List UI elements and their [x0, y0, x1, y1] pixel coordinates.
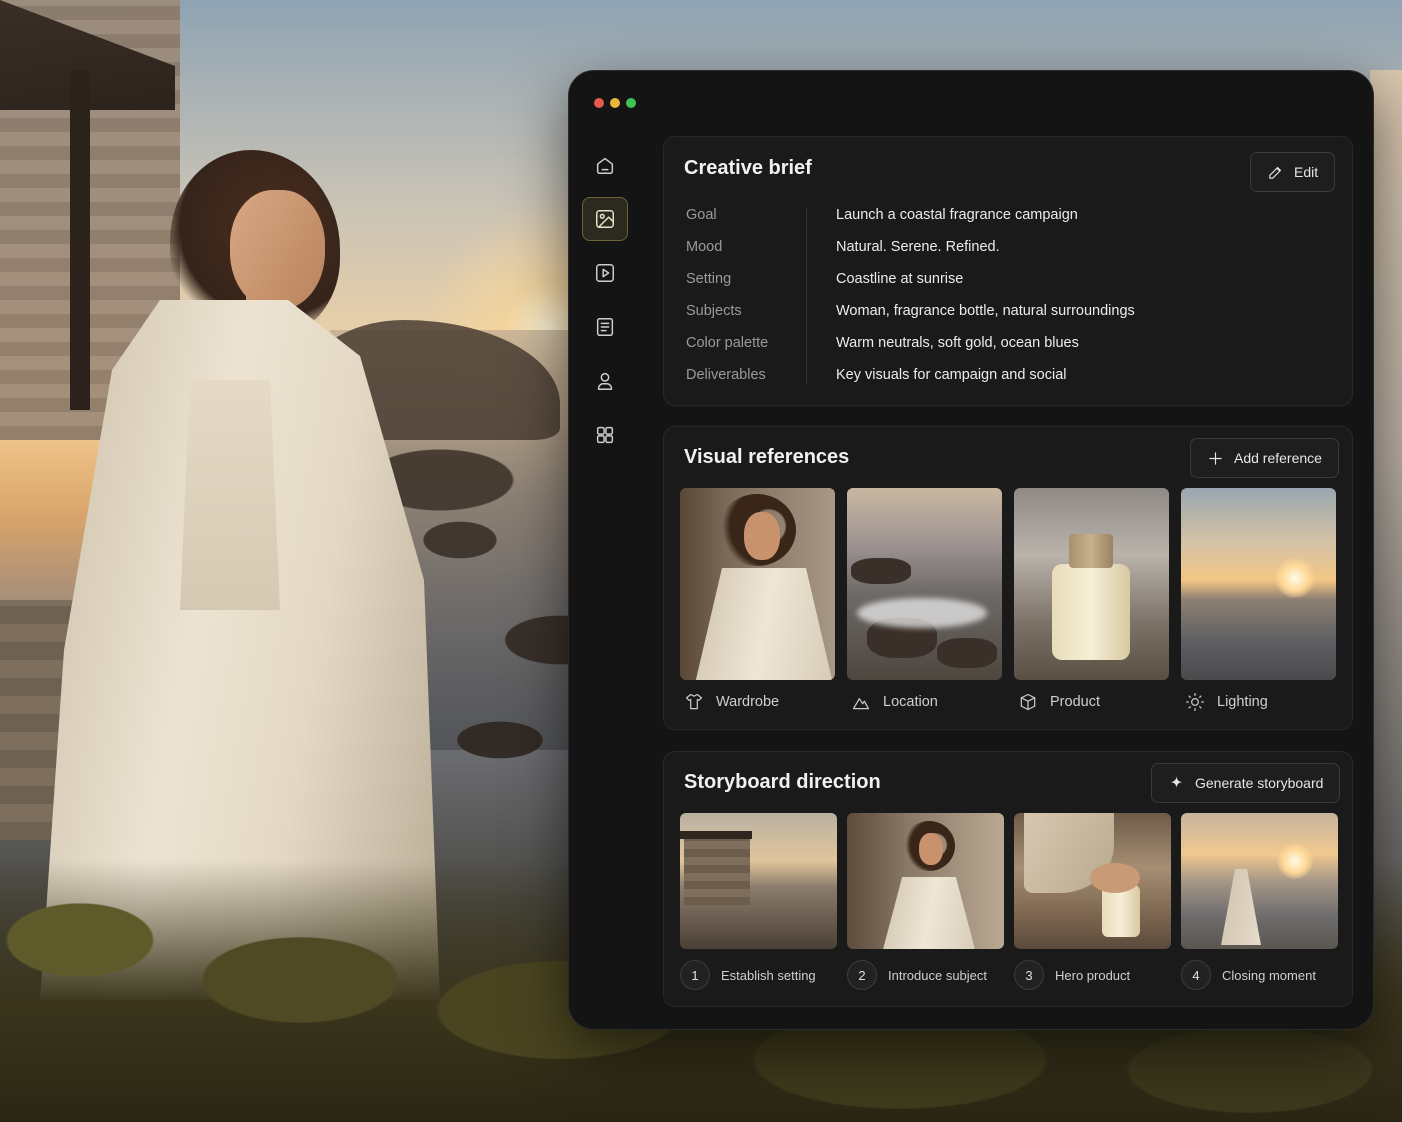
storyboard-caption: 3 Hero product [1014, 960, 1171, 990]
storyboard-panel: Storyboard direction Generate storyboard… [663, 751, 1353, 1007]
grid-icon [596, 426, 614, 444]
maximize-window-button[interactable] [626, 98, 636, 108]
storyboard-title: Storyboard direction [684, 771, 881, 793]
plus-icon [1209, 451, 1222, 465]
shirt-icon [685, 693, 703, 710]
brief-labels: Goal Mood Setting Subjects Color palette… [686, 205, 806, 397]
sidebar [582, 143, 630, 467]
minimize-window-button[interactable] [610, 98, 620, 108]
brief-label-setting: Setting [686, 271, 732, 287]
storyboard-label: Introduce subject [888, 967, 988, 983]
reference-card-product[interactable]: Product [1014, 488, 1169, 712]
storyboard-frame-3[interactable]: 3 Hero product [1014, 813, 1171, 990]
sidebar-item-grid[interactable] [582, 413, 628, 457]
brief-value-mood: Natural. Serene. Refined. [836, 239, 1000, 255]
image-icon [596, 210, 614, 228]
visual-references-title: Visual references [684, 446, 850, 468]
add-reference-button[interactable]: Add reference [1190, 438, 1339, 478]
step-number: 1 [680, 960, 710, 990]
storyboard-frame-2[interactable]: 2 Introduce subject [847, 813, 1004, 990]
pencil-icon [1269, 166, 1282, 179]
edit-button[interactable]: Edit [1250, 152, 1336, 192]
storyboard-label: Establish setting [721, 967, 816, 983]
reference-label-location: Location [883, 694, 938, 710]
brief-value-goal: Launch a coastal fragrance campaign [836, 207, 1078, 223]
step-number: 2 [847, 960, 877, 990]
reference-image-product[interactable] [1014, 488, 1169, 680]
sparkle-icon [1170, 775, 1183, 788]
reference-card-wardrobe[interactable]: Wardrobe [680, 488, 835, 712]
reference-image-lighting[interactable] [1181, 488, 1336, 680]
storyboard-image-1[interactable] [680, 813, 837, 949]
visual-references-panel: Visual references Add reference Wardrobe [663, 426, 1353, 730]
sidebar-item-video[interactable] [582, 251, 628, 295]
brief-value-setting: Coastline at sunrise [836, 271, 964, 287]
add-reference-label: Add reference [1234, 450, 1322, 466]
brief-label-subjects: Subjects [686, 303, 742, 319]
reference-caption: Lighting [1181, 692, 1336, 712]
sun-icon [1186, 693, 1204, 711]
step-number: 4 [1181, 960, 1211, 990]
video-icon [596, 264, 614, 282]
storyboard-caption: 1 Establish setting [680, 960, 837, 990]
storyboard-label: Closing moment [1222, 967, 1316, 983]
brief-label-deliverables: Deliverables [686, 367, 766, 383]
storyboard-caption: 4 Closing moment [1181, 960, 1338, 990]
creative-brief-title: Creative brief [684, 157, 812, 179]
reference-card-location[interactable]: Location [847, 488, 1002, 712]
storyboard-label: Hero product [1055, 967, 1131, 983]
storyboard-image-2[interactable] [847, 813, 1004, 949]
box-icon [1020, 693, 1036, 711]
storyboard-frame-1[interactable]: 1 Establish setting [680, 813, 837, 990]
close-window-button[interactable] [594, 98, 604, 108]
sidebar-item-images[interactable] [582, 197, 628, 241]
reference-label-wardrobe: Wardrobe [716, 694, 780, 710]
reference-card-lighting[interactable]: Lighting [1181, 488, 1336, 712]
window-controls [594, 98, 636, 108]
reference-image-wardrobe[interactable] [680, 488, 835, 680]
creative-brief-panel: Creative brief Edit Goal Mood Setting Su… [663, 136, 1353, 406]
generate-storyboard-button[interactable]: Generate storyboard [1151, 763, 1341, 803]
document-icon [596, 318, 614, 336]
edit-button-label: Edit [1294, 164, 1319, 180]
reference-image-location[interactable] [847, 488, 1002, 680]
reference-caption: Wardrobe [680, 692, 835, 712]
sidebar-item-home[interactable] [582, 143, 628, 187]
app-window: Creative brief Edit Goal Mood Setting Su… [568, 70, 1374, 1030]
reference-grid: Wardrobe Location Product Lighting [680, 488, 1336, 712]
storyboard-frame-4[interactable]: 4 Closing moment [1181, 813, 1338, 990]
user-icon [597, 372, 613, 390]
brief-divider [806, 207, 807, 385]
brief-label-mood: Mood [686, 239, 723, 255]
brief-value-color-palette: Warm neutrals, soft gold, ocean blues [836, 335, 1079, 351]
brief-value-subjects: Woman, fragrance bottle, natural surroun… [836, 303, 1135, 319]
mountain-icon [852, 698, 870, 710]
storyboard-image-4[interactable] [1181, 813, 1338, 949]
reference-label-lighting: Lighting [1217, 694, 1268, 710]
generate-storyboard-label: Generate storyboard [1195, 775, 1324, 791]
reference-caption: Location [847, 692, 1002, 712]
brief-label-color-palette: Color palette [686, 335, 769, 351]
storyboard-caption: 2 Introduce subject [847, 960, 1004, 990]
woman-top [180, 380, 280, 610]
brief-value-deliverables: Key visuals for campaign and social [836, 367, 1067, 383]
home-icon [596, 157, 614, 174]
sidebar-item-documents[interactable] [582, 305, 628, 349]
storyboard-grid: 1 Establish setting 2 Introduce subject [680, 813, 1338, 990]
reference-caption: Product [1014, 692, 1169, 712]
step-number: 3 [1014, 960, 1044, 990]
house-column [70, 70, 90, 410]
woman-head [230, 190, 325, 310]
brief-label-goal: Goal [686, 207, 717, 223]
reference-label-product: Product [1050, 694, 1100, 710]
brief-values: Launch a coastal fragrance campaign Natu… [836, 205, 1316, 397]
sidebar-item-people[interactable] [582, 359, 628, 403]
storyboard-image-3[interactable] [1014, 813, 1171, 949]
